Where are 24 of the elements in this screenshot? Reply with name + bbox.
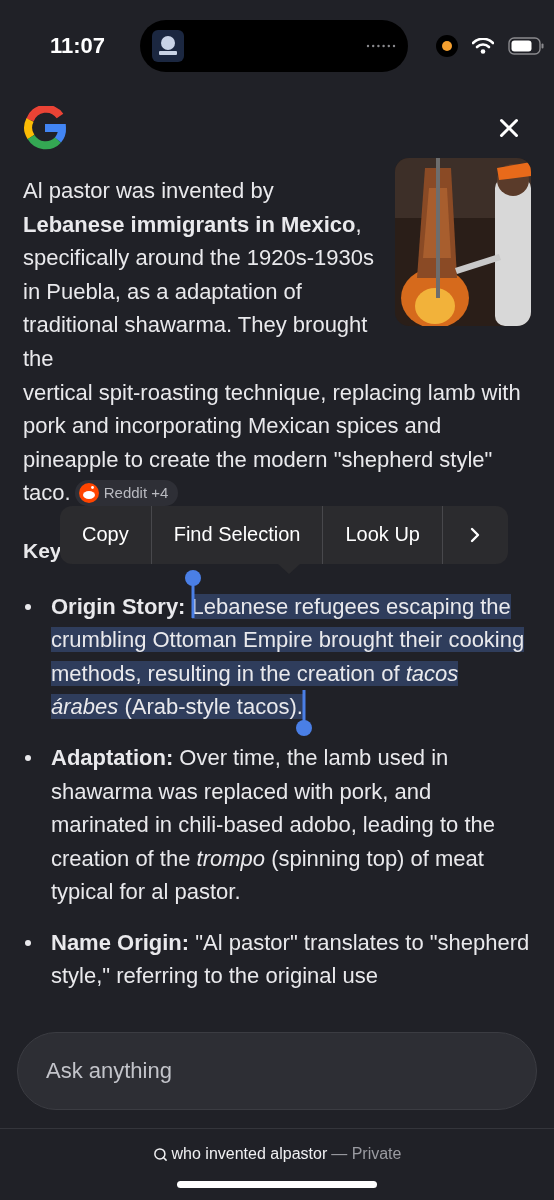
google-logo-icon — [23, 106, 67, 150]
bullet-item: Adaptation: Over time, the lamb used in shawarma was replaced with pork, and marinated in chili-based adobo, leading to the creation of the trompo (spinning top) of meat typical for al pastor. — [23, 740, 531, 909]
bullet-icon — [25, 603, 31, 610]
section-heading: Key — [23, 538, 62, 562]
reddit-icon — [78, 483, 99, 504]
menu-item[interactable]: Copy — [60, 505, 152, 564]
answer-text: vertical spit-roasting technique, replacing lamb with pork and incorporating Mexican spices and pineapple to create the modern "shepherd style" — [23, 378, 522, 474]
wifi-icon — [472, 38, 494, 54]
battery-icon — [508, 37, 544, 55]
menu-item[interactable]: Look Up — [323, 505, 443, 564]
source-chip[interactable]: Reddit +4 — [74, 480, 179, 507]
ask-input-field[interactable]: Ask anything — [17, 1032, 537, 1110]
private-label: — Private — [331, 1145, 402, 1163]
emblem-icon — [152, 30, 184, 62]
bullet-icon — [25, 939, 31, 946]
search-icon — [152, 1146, 168, 1162]
bullet-icon — [25, 754, 31, 761]
search-query[interactable]: who invented alpastor — [171, 1145, 328, 1163]
answer-text: taco. — [23, 479, 71, 508]
menu-item[interactable]: Find Selection — [151, 505, 324, 564]
loading-dots-icon — [366, 44, 396, 48]
bullet-item: Name Origin: "Al pastor" translates to "shepherd style," referring to the original use — [23, 925, 531, 994]
privacy-dot-icon — [436, 35, 458, 57]
status-time: 11:07 — [50, 33, 107, 59]
